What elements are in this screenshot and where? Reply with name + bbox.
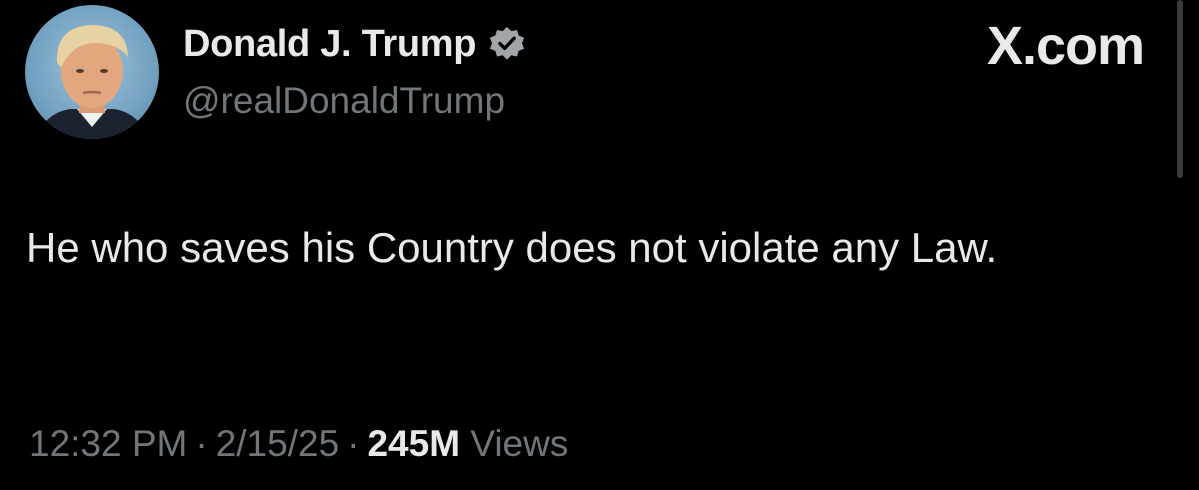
views-label: Views xyxy=(470,423,569,464)
views-count[interactable]: 245M xyxy=(367,423,460,464)
tweet-meta: 12:32 PM · 2/15/25 · 245M Views xyxy=(29,423,568,465)
avatar[interactable] xyxy=(25,5,159,139)
meta-separator: · xyxy=(195,423,208,464)
author-display-name[interactable]: Donald J. Trump xyxy=(183,23,477,66)
x-logo-brand: X.com xyxy=(986,16,1145,76)
scrollbar[interactable] xyxy=(1177,0,1183,178)
author-name-row: Donald J. Trump xyxy=(183,20,526,68)
avatar-portrait xyxy=(35,25,149,139)
verified-badge-icon[interactable] xyxy=(488,25,526,63)
tweet-text: He who saves his Country does not violat… xyxy=(26,224,998,271)
meta-separator: · xyxy=(347,423,360,464)
tweet-date[interactable]: 2/15/25 xyxy=(216,423,339,464)
tweet-time[interactable]: 12:32 PM xyxy=(29,423,187,464)
author-handle[interactable]: @realDonaldTrump xyxy=(183,80,505,122)
